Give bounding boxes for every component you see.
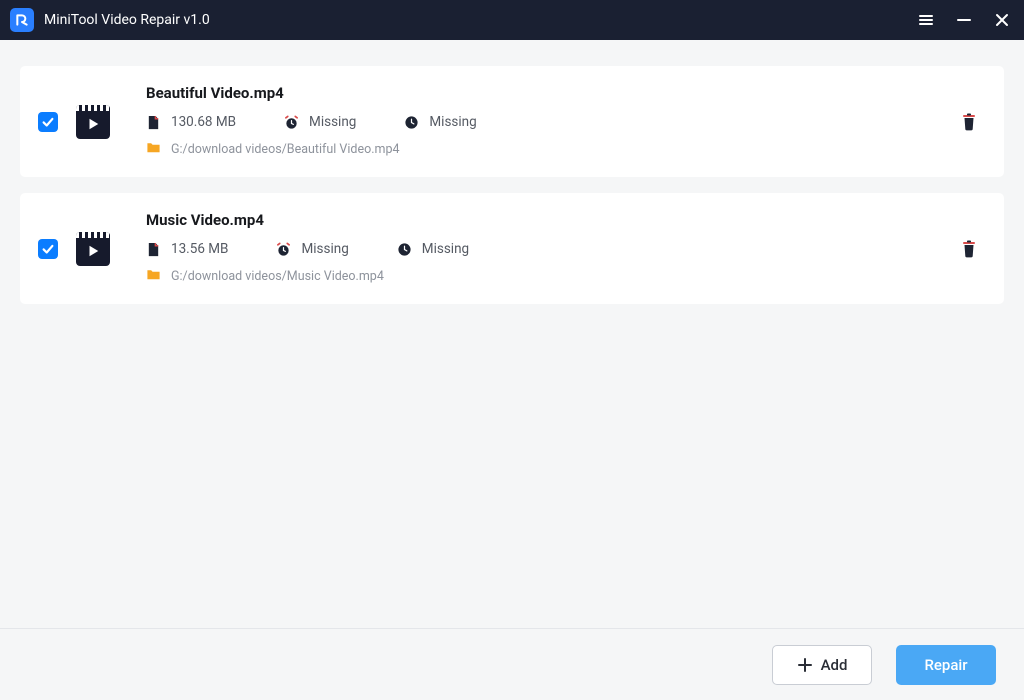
file-path: G:/download videos/Beautiful Video.mp4 <box>146 140 938 159</box>
clock-alarm-icon <box>276 242 291 257</box>
file-name: Beautiful Video.mp4 <box>146 84 938 102</box>
video-thumb-icon <box>76 105 110 139</box>
file-size: 130.68 MB <box>146 114 236 130</box>
file-created-value: Missing <box>422 241 469 257</box>
file-icon <box>146 115 161 130</box>
file-path-value: G:/download videos/Music Video.mp4 <box>171 269 384 284</box>
file-duration-value: Missing <box>309 114 356 130</box>
file-name: Music Video.mp4 <box>146 211 938 229</box>
clock-icon <box>397 242 412 257</box>
delete-button[interactable] <box>958 111 980 133</box>
repair-button-label: Repair <box>924 656 967 674</box>
folder-icon <box>146 267 161 286</box>
clock-alarm-icon <box>284 115 299 130</box>
delete-button[interactable] <box>958 238 980 260</box>
file-info: Beautiful Video.mp4 130.68 MB Missing <box>146 84 938 159</box>
file-duration-value: Missing <box>301 241 348 257</box>
window-controls <box>918 12 1010 28</box>
footer: Add Repair <box>0 628 1024 700</box>
file-created: Missing <box>397 241 469 257</box>
file-duration: Missing <box>276 241 348 257</box>
file-created: Missing <box>404 114 476 130</box>
file-card: Music Video.mp4 13.56 MB Missing <box>20 193 1004 304</box>
file-checkbox[interactable] <box>38 239 58 259</box>
app-logo <box>10 8 34 32</box>
file-checkbox[interactable] <box>38 112 58 132</box>
file-path: G:/download videos/Music Video.mp4 <box>146 267 938 286</box>
file-created-value: Missing <box>429 114 476 130</box>
file-card: Beautiful Video.mp4 130.68 MB Missing <box>20 66 1004 177</box>
file-size-value: 130.68 MB <box>171 114 236 130</box>
file-info: Music Video.mp4 13.56 MB Missing <box>146 211 938 286</box>
app-title: MiniTool Video Repair v1.0 <box>44 12 918 28</box>
file-icon <box>146 242 161 257</box>
file-duration: Missing <box>284 114 356 130</box>
file-list: Beautiful Video.mp4 130.68 MB Missing <box>0 40 1024 628</box>
add-button[interactable]: Add <box>772 645 872 685</box>
add-button-label: Add <box>821 656 848 674</box>
menu-icon[interactable] <box>918 12 934 28</box>
file-path-value: G:/download videos/Beautiful Video.mp4 <box>171 142 400 157</box>
titlebar: MiniTool Video Repair v1.0 <box>0 0 1024 40</box>
minimize-icon[interactable] <box>956 12 972 28</box>
video-thumb-icon <box>76 232 110 266</box>
clock-icon <box>404 115 419 130</box>
repair-button[interactable]: Repair <box>896 645 996 685</box>
folder-icon <box>146 140 161 159</box>
close-icon[interactable] <box>994 12 1010 28</box>
file-size: 13.56 MB <box>146 241 228 257</box>
file-size-value: 13.56 MB <box>171 241 228 257</box>
